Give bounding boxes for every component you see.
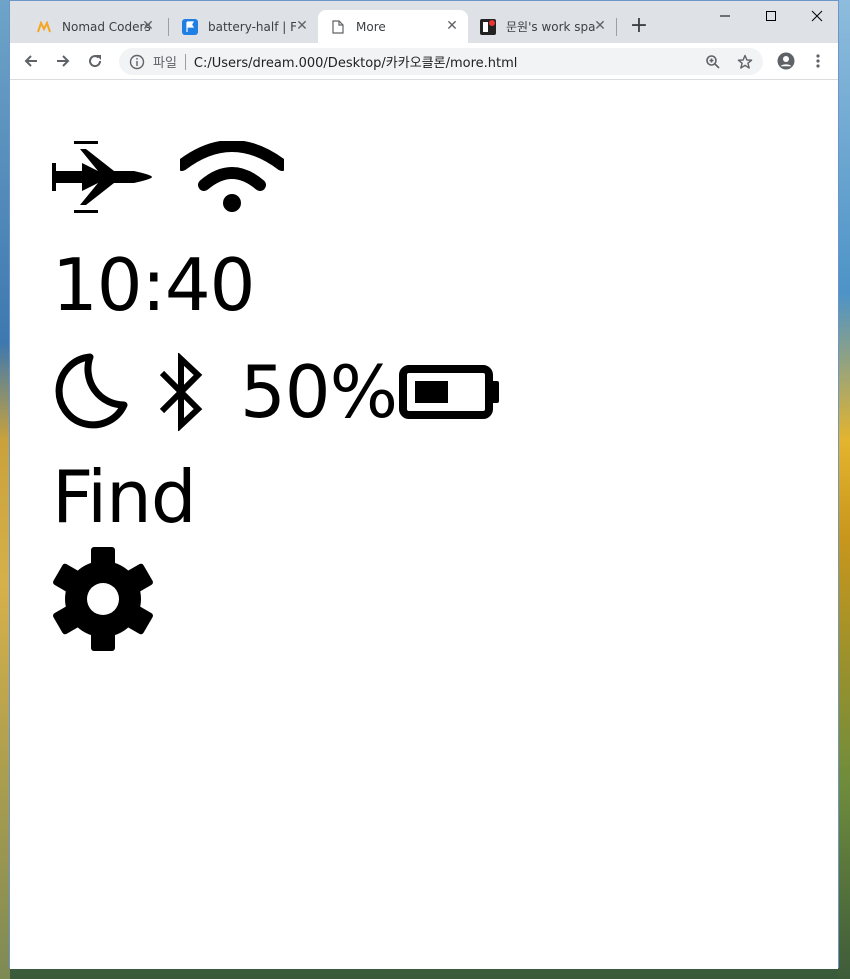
tab-battery-half[interactable]: battery-half | Fo ✕: [170, 10, 318, 43]
flag-icon: [182, 18, 198, 35]
tab-more[interactable]: More ✕: [318, 10, 468, 43]
close-tab-icon[interactable]: ✕: [592, 18, 608, 34]
settings-row[interactable]: [52, 547, 154, 651]
battery-half-icon: [399, 365, 500, 419]
reload-icon: [89, 55, 102, 68]
airplane-icon: [52, 141, 152, 213]
reload-button[interactable]: [84, 50, 106, 72]
minimize-icon: [720, 15, 730, 17]
page-content: 10:40 50% Find: [10, 81, 838, 969]
close-tab-icon[interactable]: ✕: [140, 18, 156, 34]
tab-nomad-coders[interactable]: Nomad Coders ✕: [24, 10, 164, 43]
battery-fill: [415, 381, 449, 403]
moon-icon: [55, 353, 128, 429]
tab-title: More: [356, 19, 386, 34]
tab-separator: [168, 18, 169, 36]
find-label: Find: [52, 455, 197, 539]
maximize-button[interactable]: [748, 1, 794, 31]
wifi-icon: [180, 141, 284, 212]
bluetooth-icon: [159, 353, 203, 431]
quick-settings-row: 50%: [52, 350, 500, 434]
desktop-background-right: [838, 0, 850, 979]
zoom-icon[interactable]: [705, 54, 721, 70]
minimize-button[interactable]: [702, 1, 748, 31]
scheme-label: 파일: [153, 56, 177, 71]
browser-toolbar: 파일 C:/Users/dream.000/Desktop/카카오클론/more…: [10, 43, 838, 80]
url-text[interactable]: C:/Users/dream.000/Desktop/카카오클론/more.ht…: [194, 52, 517, 71]
menu-button[interactable]: [807, 50, 829, 72]
star-icon[interactable]: [737, 54, 753, 70]
account-circle-icon: [777, 52, 795, 70]
address-bar[interactable]: 파일 C:/Users/dream.000/Desktop/카카오클론/more…: [119, 48, 763, 75]
forward-button[interactable]: [52, 50, 74, 72]
tab-workspace[interactable]: 문원's work spa ✕: [468, 10, 616, 43]
divider: [184, 53, 186, 70]
arrow-left-icon: [24, 55, 37, 67]
maximize-icon: [766, 11, 776, 21]
close-window-icon: [811, 10, 823, 22]
more-vertical-icon: [816, 54, 820, 68]
tab-title: battery-half | Fo: [208, 19, 296, 34]
page-icon: [330, 19, 346, 35]
close-window-button[interactable]: [794, 1, 840, 31]
gear-icon[interactable]: [52, 547, 154, 651]
close-tab-icon[interactable]: ✕: [294, 18, 310, 34]
arrow-right-icon: [57, 55, 70, 67]
clock-time: 10:40: [52, 243, 255, 327]
nomad-coders-logo-icon: [36, 19, 52, 35]
browser-window: Nomad Coders ✕ battery-half | Fo ✕ More …: [9, 0, 839, 969]
status-icons-row: [52, 141, 284, 213]
tab-separator: [616, 18, 617, 36]
info-icon[interactable]: [129, 54, 145, 70]
back-button[interactable]: [20, 50, 42, 72]
close-tab-icon[interactable]: ✕: [444, 18, 460, 34]
battery-percentage: 50%: [240, 350, 398, 434]
workspace-app-icon: [480, 18, 496, 35]
tab-strip: Nomad Coders ✕ battery-half | Fo ✕ More …: [10, 1, 838, 43]
profile-button[interactable]: [775, 50, 797, 72]
tab-title: 문원's work spa: [506, 20, 596, 34]
new-tab-button[interactable]: +: [627, 14, 651, 38]
